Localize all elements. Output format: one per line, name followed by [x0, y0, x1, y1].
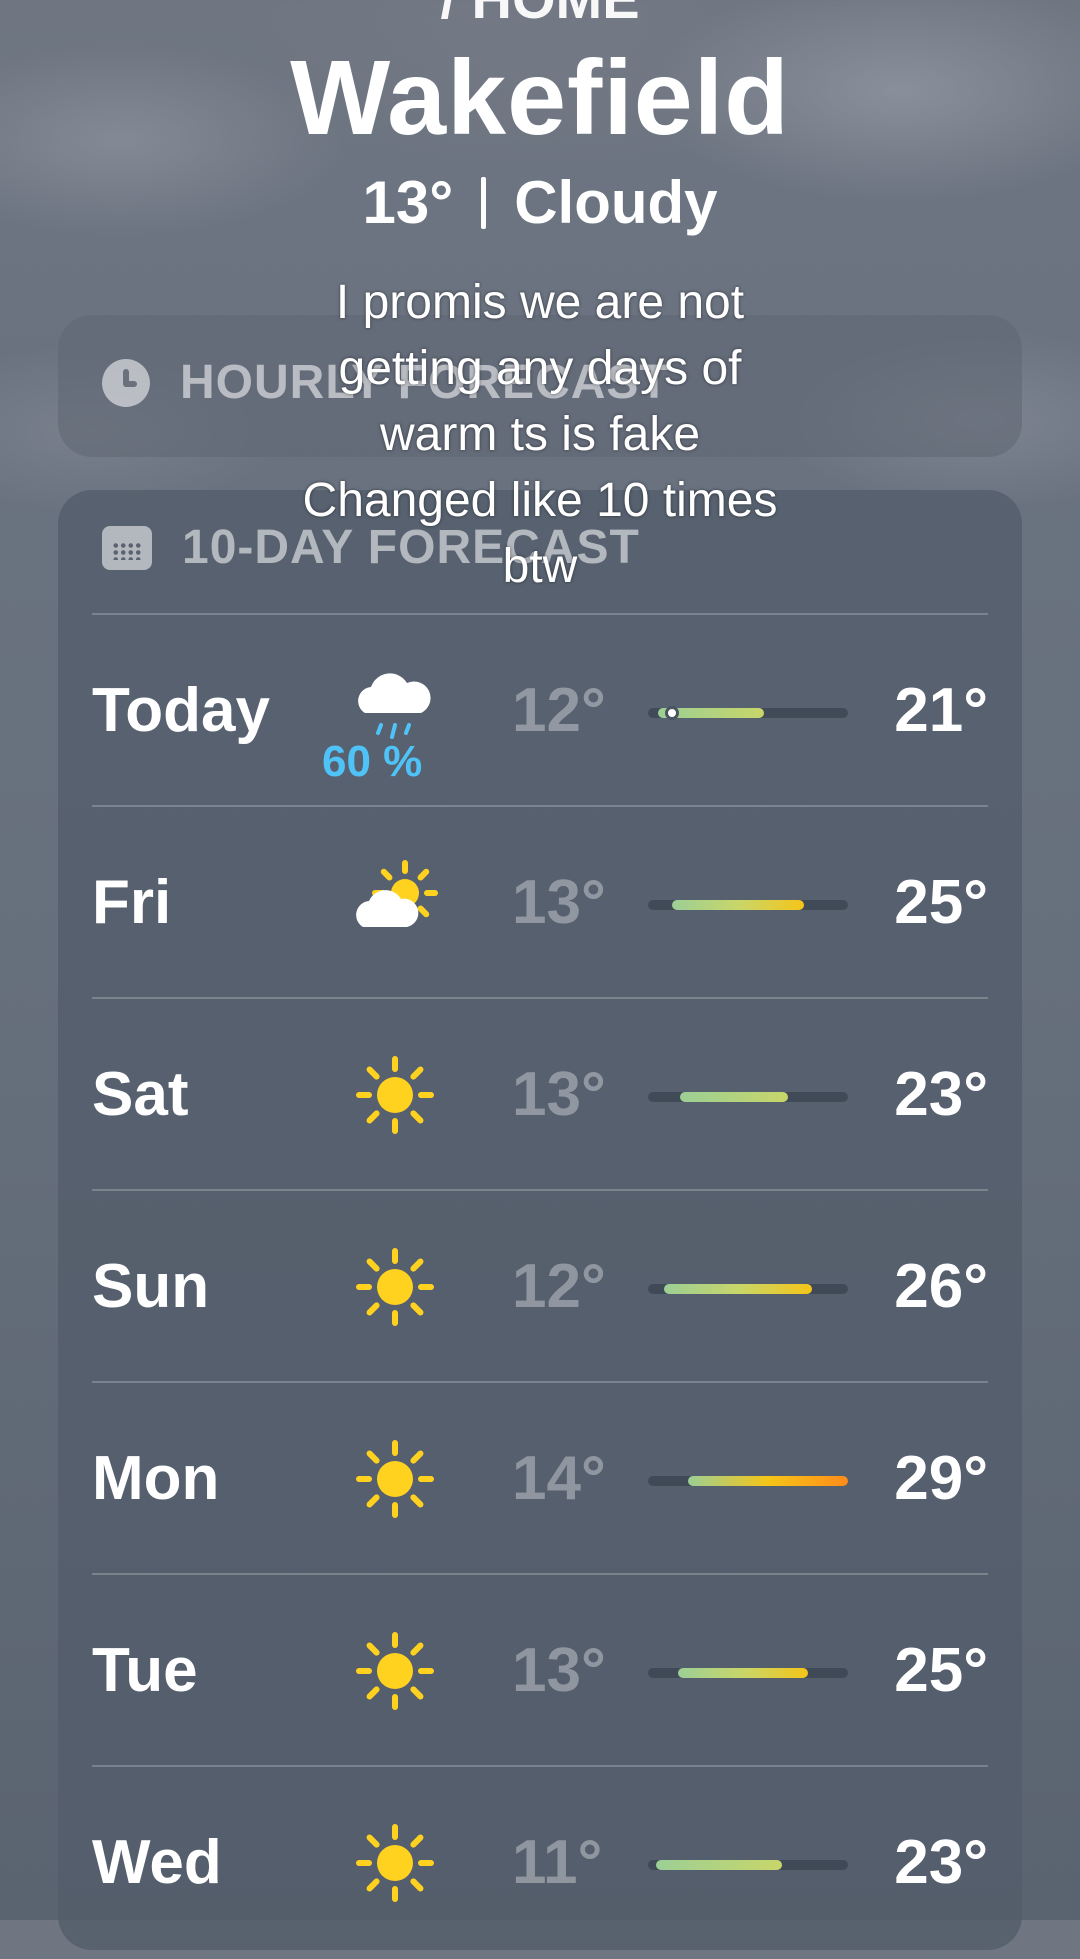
high-temperature: 25°: [894, 868, 988, 937]
low-temperature: 13°: [512, 1636, 606, 1705]
separator: [481, 177, 487, 229]
temperature-range-bar: [648, 1860, 848, 1870]
sun-icon: [347, 1047, 443, 1143]
temperature-range-bar: [648, 900, 848, 910]
day-label: Fri: [92, 868, 172, 937]
low-temperature: 12°: [512, 676, 606, 745]
temperature-range-bar: [648, 706, 848, 720]
temperature-range-bar: [648, 1476, 848, 1486]
forecast-row-wed[interactable]: Wed 11° 23°: [92, 1765, 988, 1959]
day-label: Sat: [92, 1060, 189, 1129]
low-temperature: 13°: [512, 868, 606, 937]
caption-line: btw: [502, 540, 578, 593]
low-temperature: 12°: [512, 1252, 606, 1321]
caption-line: warm ts is fake: [379, 408, 701, 461]
low-temperature: 13°: [512, 1060, 606, 1129]
sun-icon: [347, 1239, 443, 1335]
location-label-partial: / HOME: [0, 0, 1080, 31]
low-temperature: 14°: [512, 1444, 606, 1513]
forecast-row-sun[interactable]: Sun 12° 26°: [92, 1189, 988, 1383]
forecast-row-sat[interactable]: Sat 13° 23°: [92, 997, 988, 1191]
temperature-range-fill: [680, 1092, 788, 1102]
temperature-range-fill: [688, 1476, 848, 1486]
high-temperature: 29°: [894, 1444, 988, 1513]
current-temperature: 13°: [362, 169, 454, 236]
temperature-range-fill: [664, 1284, 812, 1294]
ten-day-forecast-card[interactable]: 10-DAY FORECAST Today 60 % 12° 21° Fri 1…: [58, 490, 1022, 1950]
high-temperature: 23°: [894, 1060, 988, 1129]
current-temperature-marker: [665, 706, 679, 720]
high-temperature: 26°: [894, 1252, 988, 1321]
temperature-range-bar: [648, 1284, 848, 1294]
partly-sunny-icon: [347, 855, 443, 951]
precipitation-chance: 60 %: [322, 737, 423, 786]
temperature-range-fill: [678, 1668, 808, 1678]
day-label: Mon: [92, 1444, 220, 1513]
temperature-range-bar: [648, 1668, 848, 1678]
current-summary: 13° Cloudy: [0, 168, 1080, 237]
temperature-range-fill: [672, 900, 804, 910]
day-label: Wed: [92, 1828, 222, 1897]
forecast-row-mon[interactable]: Mon 14° 29°: [92, 1381, 988, 1575]
high-temperature: 21°: [894, 676, 988, 745]
caption-line: Changed like 10 times: [302, 474, 778, 527]
forecast-row-tue[interactable]: Tue 13° 25°: [92, 1573, 988, 1767]
high-temperature: 25°: [894, 1636, 988, 1705]
forecast-row-today[interactable]: Today 60 % 12° 21°: [92, 613, 988, 807]
caption-line: getting any days of: [338, 342, 742, 395]
sun-icon: [347, 1431, 443, 1527]
caption-line: I promis we are not: [335, 276, 745, 329]
forecast-row-fri[interactable]: Fri 13° 25°: [92, 805, 988, 999]
day-label: Today: [92, 676, 270, 745]
high-temperature: 23°: [894, 1828, 988, 1897]
sun-icon: [347, 1815, 443, 1911]
city-name: Wakefield: [290, 39, 790, 157]
temperature-range-fill: [656, 1860, 782, 1870]
current-condition: Cloudy: [514, 169, 718, 236]
low-temperature: 11°: [512, 1828, 603, 1897]
overlay-caption: I promis we are not getting any days of …: [0, 270, 1080, 600]
sun-icon: [347, 1623, 443, 1719]
temperature-range-bar: [648, 1092, 848, 1102]
day-label: Sun: [92, 1252, 210, 1321]
day-label: Tue: [92, 1636, 198, 1705]
